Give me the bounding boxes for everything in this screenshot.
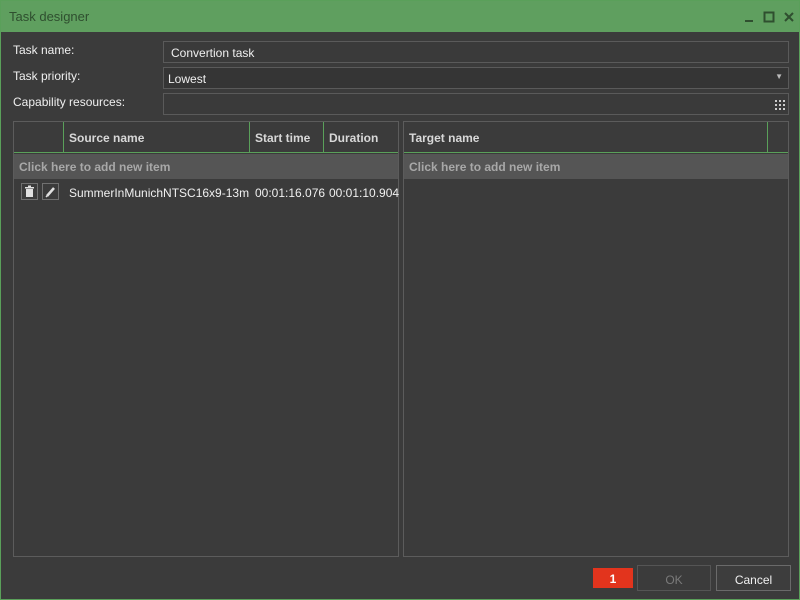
table-row[interactable]: SummerInMunichNTSC16x9-13ml 00:01:16.076…	[14, 180, 399, 204]
source-grid: Source name Start time Duration Click he…	[13, 121, 399, 557]
ok-button[interactable]: OK	[637, 565, 711, 591]
cancel-button[interactable]: Cancel	[716, 565, 791, 591]
capability-resources-field[interactable]	[163, 93, 789, 115]
column-header-start-time[interactable]: Start time	[250, 122, 324, 152]
task-priority-label: Task priority:	[13, 69, 81, 83]
pencil-icon[interactable]	[42, 183, 59, 200]
minimize-icon[interactable]	[742, 10, 756, 24]
column-header-duration[interactable]: Duration	[324, 122, 398, 152]
window-title: Task designer	[9, 9, 90, 24]
target-add-new-item-row[interactable]: Click here to add new item	[404, 154, 788, 179]
task-priority-value: Lowest	[168, 72, 207, 86]
capability-resources-label: Capability resources:	[13, 95, 126, 109]
start-time-cell: 00:01:16.076	[255, 186, 325, 200]
grid-dots-icon[interactable]	[775, 99, 785, 113]
source-grid-header: Source name Start time Duration	[14, 122, 398, 153]
column-header-target-extra	[768, 122, 788, 152]
column-header-actions[interactable]	[14, 122, 64, 152]
task-name-value: Convertion task	[171, 46, 255, 60]
task-priority-select[interactable]: Lowest ▼	[163, 67, 789, 89]
task-designer-window: Task designer Task name: Convertion task…	[0, 0, 800, 600]
maximize-icon[interactable]	[762, 10, 776, 24]
task-name-field[interactable]: Convertion task	[163, 41, 789, 63]
target-grid: Target name Click here to add new item	[403, 121, 789, 557]
error-count-badge[interactable]: 1	[593, 568, 633, 588]
column-header-source-name[interactable]: Source name	[64, 122, 250, 152]
target-grid-header: Target name	[404, 122, 788, 153]
title-bar[interactable]: Task designer	[1, 1, 799, 32]
trash-icon[interactable]	[21, 183, 38, 200]
duration-cell: 00:01:10.904	[329, 186, 399, 200]
column-header-target-name[interactable]: Target name	[404, 122, 768, 152]
close-icon[interactable]	[782, 10, 796, 24]
source-add-new-item-row[interactable]: Click here to add new item	[14, 154, 398, 179]
task-name-label: Task name:	[13, 43, 75, 57]
dropdown-arrow-icon[interactable]: ▼	[775, 72, 783, 81]
source-name-cell: SummerInMunichNTSC16x9-13ml	[69, 186, 249, 200]
